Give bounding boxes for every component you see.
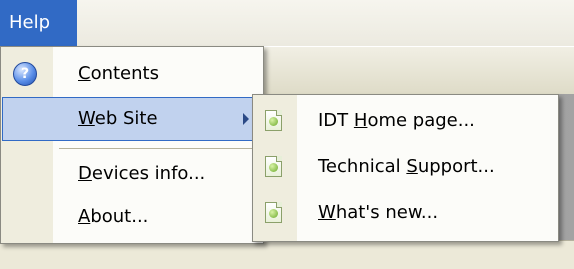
- menu-item-label: About...: [78, 206, 149, 227]
- help-dropdown-menu: ? Contents Web Site Devices info... Abou…: [0, 46, 264, 244]
- menu-item-idt-home-page[interactable]: IDT Home page...: [254, 99, 557, 143]
- web-page-icon: [265, 202, 282, 223]
- menu-item-label: Technical Support...: [318, 156, 495, 177]
- menu-item-label: Devices info...: [78, 163, 206, 184]
- web-page-icon: [265, 156, 282, 177]
- menu-separator: [59, 148, 257, 149]
- web-page-icon: [265, 110, 282, 131]
- menu-item-web-site[interactable]: Web Site: [2, 97, 262, 141]
- menu-item-technical-support[interactable]: Technical Support...: [254, 145, 557, 189]
- menu-item-label: Web Site: [78, 108, 158, 129]
- menu-bar: Help: [0, 0, 574, 46]
- menu-item-label: What's new...: [318, 202, 439, 223]
- menu-help[interactable]: Help: [0, 0, 77, 46]
- menu-item-label: IDT Home page...: [318, 110, 475, 131]
- web-site-submenu: IDT Home page... Technical Support... Wh…: [252, 94, 559, 242]
- menu-help-label: Help: [9, 12, 51, 33]
- help-icon: ?: [13, 62, 37, 86]
- chevron-right-icon: [243, 113, 249, 125]
- menu-item-contents[interactable]: ? Contents: [2, 52, 262, 96]
- menu-item-about[interactable]: About...: [2, 195, 262, 239]
- menu-item-label: Contents: [78, 63, 159, 84]
- status-area: [0, 240, 574, 269]
- menu-item-devices-info[interactable]: Devices info...: [2, 152, 262, 196]
- menu-item-whats-new[interactable]: What's new...: [254, 191, 557, 235]
